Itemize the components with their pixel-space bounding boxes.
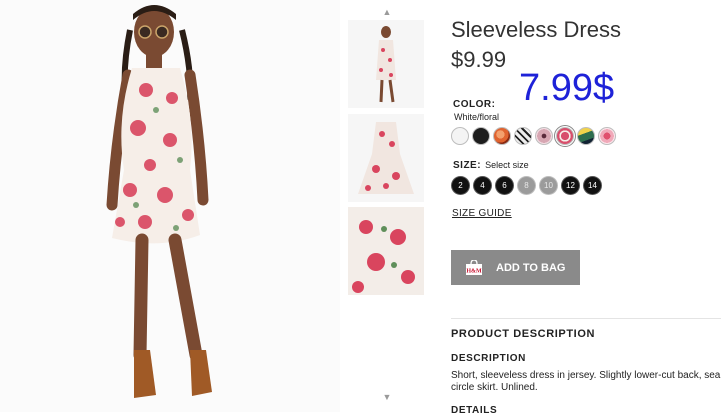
size-option-12[interactable]: 12 bbox=[562, 177, 579, 194]
shopping-bag-icon: H&M bbox=[466, 259, 482, 275]
swatch-black[interactable] bbox=[472, 127, 490, 145]
thumbnails-down-arrow-icon[interactable]: ▼ bbox=[380, 392, 394, 402]
svg-text:H&M: H&M bbox=[466, 268, 482, 274]
size-option-6[interactable]: 6 bbox=[496, 177, 513, 194]
swatch-geometric[interactable] bbox=[514, 127, 532, 145]
thumbnails-up-arrow-icon[interactable]: ▲ bbox=[380, 7, 394, 17]
section-divider bbox=[451, 318, 721, 319]
swatch-pink-pattern[interactable] bbox=[535, 127, 553, 145]
thumbnail-2[interactable] bbox=[348, 114, 424, 202]
color-label: COLOR: bbox=[453, 99, 496, 110]
size-option-8[interactable]: 8 bbox=[518, 177, 535, 194]
swatch-white[interactable] bbox=[451, 127, 469, 145]
add-to-bag-button[interactable]: H&M ADD TO BAG bbox=[451, 250, 580, 285]
size-label: SIZE: bbox=[453, 160, 482, 171]
size-hint: Select size bbox=[485, 160, 529, 170]
size-option-14[interactable]: 14 bbox=[584, 177, 601, 194]
color-swatches bbox=[451, 125, 616, 147]
swatch-orange-pattern[interactable] bbox=[493, 127, 511, 145]
product-description-heading[interactable]: PRODUCT DESCRIPTION bbox=[451, 328, 595, 340]
add-to-bag-label: ADD TO BAG bbox=[496, 261, 566, 274]
thumbnail-1[interactable] bbox=[348, 20, 424, 108]
size-options: 2 4 6 8 10 12 14 bbox=[452, 177, 601, 194]
details-heading[interactable]: DETAILS bbox=[451, 405, 497, 416]
thumbnail-image bbox=[358, 122, 414, 194]
size-header: SIZE: Select size bbox=[453, 160, 529, 171]
main-product-image[interactable] bbox=[0, 0, 340, 412]
size-guide-link[interactable]: SIZE GUIDE bbox=[452, 208, 512, 219]
swatch-pink-rose[interactable] bbox=[598, 127, 616, 145]
swatch-green-chevron[interactable] bbox=[577, 127, 595, 145]
sale-price-annotation: 7.99$ bbox=[519, 67, 615, 109]
size-option-2[interactable]: 2 bbox=[452, 177, 469, 194]
description-heading: DESCRIPTION bbox=[451, 353, 526, 364]
model-photo bbox=[0, 0, 340, 412]
product-price: $9.99 bbox=[451, 47, 507, 72]
thumbnail-image bbox=[348, 207, 424, 295]
swatch-white-floral[interactable] bbox=[554, 125, 576, 147]
color-value: White/floral bbox=[454, 112, 500, 122]
product-title: Sleeveless Dress bbox=[451, 17, 621, 42]
thumbnail-3[interactable] bbox=[348, 207, 424, 295]
size-option-4[interactable]: 4 bbox=[474, 177, 491, 194]
thumbnail-image bbox=[376, 26, 396, 103]
description-text: Short, sleeveless dress in jersey. Sligh… bbox=[451, 370, 721, 393]
size-option-10[interactable]: 10 bbox=[540, 177, 557, 194]
